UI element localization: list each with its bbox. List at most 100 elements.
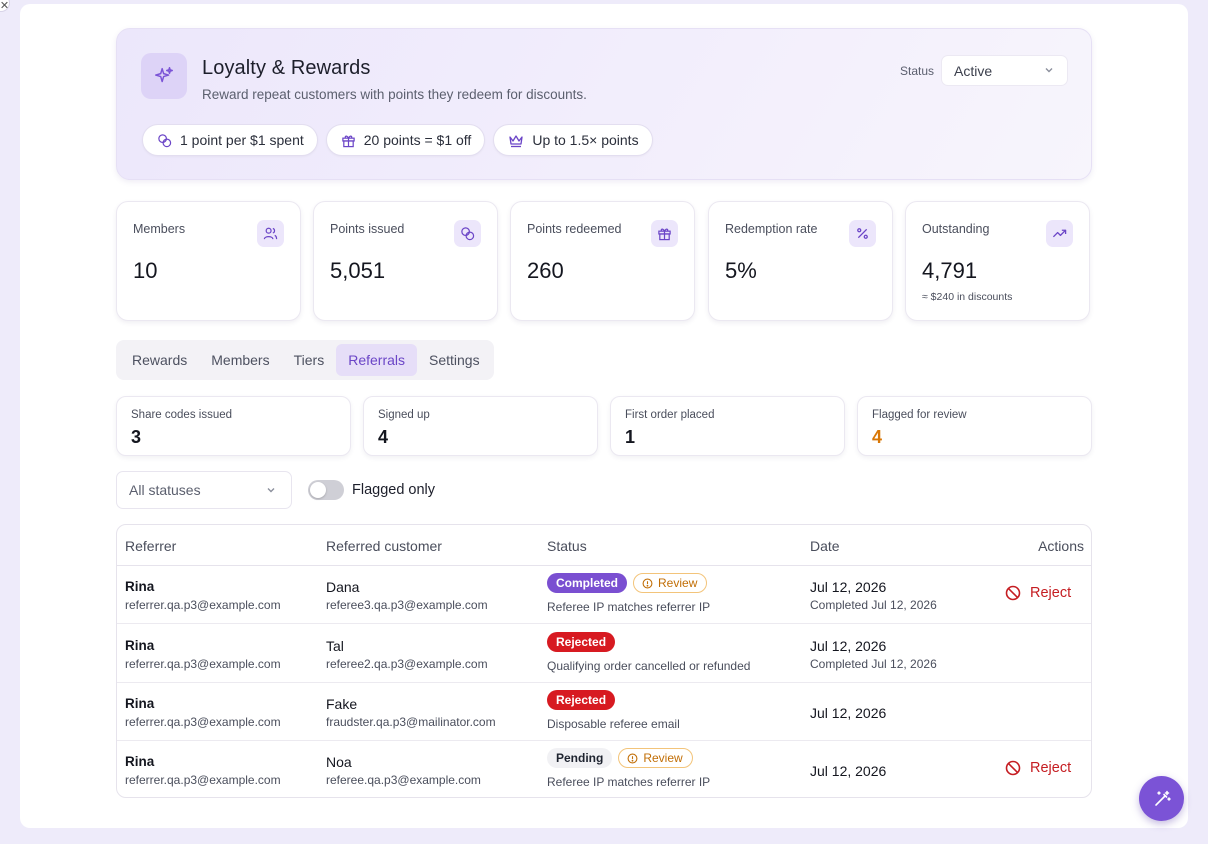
table-row: Rina referrer.qa.p3@example.com Dana ref…	[117, 566, 1091, 624]
column-header-date: Date	[810, 538, 840, 554]
alert-circle-icon	[627, 753, 638, 763]
stat-card-members: Members 10	[116, 201, 301, 321]
referral-stat-label: First order placed	[625, 409, 715, 421]
status-value: Active	[954, 63, 993, 79]
stat-value: 5,051	[330, 258, 386, 283]
stat-value: 5%	[725, 258, 757, 283]
close-button[interactable]: ✕	[0, 0, 10, 12]
reject-label: Reject	[1030, 760, 1072, 776]
column-header-referrer: Referrer	[125, 538, 177, 554]
referred-email: referee3.qa.p3@example.com	[326, 598, 488, 612]
rule-pill-label: 1 point per $1 spent	[180, 132, 304, 148]
referral-stat-signed-up: Signed up 4	[363, 396, 598, 456]
referral-stat-codes-issued: Share codes issued 3	[116, 396, 351, 456]
referrer-email: referrer.qa.p3@example.com	[125, 657, 281, 671]
referred-name: Noa	[326, 754, 352, 770]
column-header-status: Status	[547, 538, 587, 554]
tab-members[interactable]: Members	[199, 344, 281, 376]
stat-card-redemption-rate: Redemption rate 5%	[708, 201, 893, 321]
completed-date: Completed Jul 12, 2026	[810, 598, 937, 612]
review-badge: Review	[633, 573, 708, 593]
referral-stat-value: 4	[872, 427, 883, 447]
stat-value: 260	[527, 258, 564, 283]
program-rules: 1 point per $1 spent 20 points = $1 off …	[142, 124, 653, 156]
percent-icon	[849, 220, 876, 247]
close-icon: ✕	[0, 0, 10, 12]
crown-icon	[509, 134, 523, 147]
reject-button[interactable]: Reject	[1005, 585, 1071, 601]
tab-rewards[interactable]: Rewards	[120, 344, 199, 376]
stat-card-points-issued: Points issued 5,051	[313, 201, 498, 321]
rule-pill-label: Up to 1.5× points	[532, 132, 639, 148]
sparkles-icon	[141, 53, 187, 99]
page-title: Loyalty & Rewards	[202, 57, 371, 79]
users-icon	[257, 220, 284, 247]
table-row: Rina referrer.qa.p3@example.com Tal refe…	[117, 625, 1091, 683]
trending-up-icon	[1046, 220, 1073, 247]
stat-label: Points redeemed	[527, 222, 622, 236]
referrer-name: Rina	[125, 638, 155, 653]
review-label: Review	[643, 751, 683, 765]
table-row: Rina referrer.qa.p3@example.com Noa refe…	[117, 741, 1091, 797]
referral-stat-label: Flagged for review	[872, 409, 967, 421]
page-subtitle: Reward repeat customers with points they…	[202, 87, 587, 102]
referred-email: referee.qa.p3@example.com	[326, 773, 481, 787]
reject-label: Reject	[1030, 585, 1072, 601]
stat-label: Points issued	[330, 222, 405, 236]
referral-stat-value: 1	[625, 427, 636, 447]
status-reason: Disposable referee email	[547, 717, 680, 731]
referral-stat-value: 3	[131, 427, 142, 447]
coins-icon	[158, 133, 172, 147]
rule-pill-redeem: 20 points = $1 off	[325, 124, 486, 156]
status-badge: Completed	[547, 573, 628, 593]
status-reason: Qualifying order cancelled or refunded	[547, 659, 751, 673]
rule-pill-tier: Up to 1.5× points	[493, 124, 653, 156]
table-row: Rina referrer.qa.p3@example.com Fake fra…	[117, 683, 1091, 741]
review-badge: Review	[618, 748, 693, 768]
referral-stat-label: Signed up	[378, 409, 430, 421]
assistant-fab-button[interactable]	[1139, 776, 1184, 821]
status-badge: Rejected	[547, 690, 616, 710]
status-badge: Rejected	[547, 632, 616, 652]
stat-card-outstanding: Outstanding 4,791 ≈ $240 in discounts	[905, 201, 1090, 321]
stat-label: Members	[133, 222, 186, 236]
status-filter-value: All statuses	[129, 482, 201, 498]
referrer-email: referrer.qa.p3@example.com	[125, 715, 281, 729]
tab-settings[interactable]: Settings	[417, 344, 492, 376]
ban-icon	[1005, 585, 1021, 601]
table-header: Referrer Referred customer Status Date A…	[117, 525, 1091, 566]
referrer-name: Rina	[125, 696, 155, 711]
referrer-email: referrer.qa.p3@example.com	[125, 598, 281, 612]
flagged-only-toggle[interactable]	[308, 480, 344, 500]
column-header-referred-customer: Referred customer	[326, 538, 442, 554]
section-tabs: Rewards Members Tiers Referrals Settings	[116, 340, 494, 380]
referral-stat-first-order: First order placed 1	[610, 396, 845, 456]
toggle-knob	[310, 482, 326, 498]
referrer-name: Rina	[125, 754, 155, 769]
tab-tiers[interactable]: Tiers	[282, 344, 337, 376]
stat-value: 10	[133, 258, 158, 283]
referred-email: fraudster.qa.p3@mailinator.com	[326, 715, 496, 729]
chevron-down-icon	[1045, 68, 1053, 73]
stat-note: ≈ $240 in discounts	[922, 291, 1013, 303]
gift-icon	[342, 135, 355, 147]
completed-date: Completed Jul 12, 2026	[810, 657, 937, 671]
magic-wand-icon	[1154, 790, 1171, 806]
status-reason: Referee IP matches referrer IP	[547, 775, 711, 789]
stat-card-points-redeemed: Points redeemed 260	[510, 201, 695, 321]
stat-label: Redemption rate	[725, 222, 818, 236]
gift-icon	[651, 220, 678, 247]
referrer-email: referrer.qa.p3@example.com	[125, 773, 281, 787]
status-select[interactable]: Active	[941, 55, 1068, 86]
referred-name: Fake	[326, 696, 358, 712]
column-header-actions: Actions	[1038, 538, 1084, 554]
referral-stat-value: 4	[378, 427, 389, 447]
program-header: Loyalty & Rewards Reward repeat customer…	[116, 28, 1092, 180]
reject-button[interactable]: Reject	[1005, 760, 1071, 776]
ban-icon	[1005, 760, 1021, 776]
status-filter-select[interactable]: All statuses	[116, 471, 292, 509]
alert-circle-icon	[642, 578, 653, 588]
tab-referrals[interactable]: Referrals	[336, 344, 417, 376]
referral-date: Jul 12, 2026	[810, 579, 887, 595]
status-label: Status	[900, 64, 935, 78]
